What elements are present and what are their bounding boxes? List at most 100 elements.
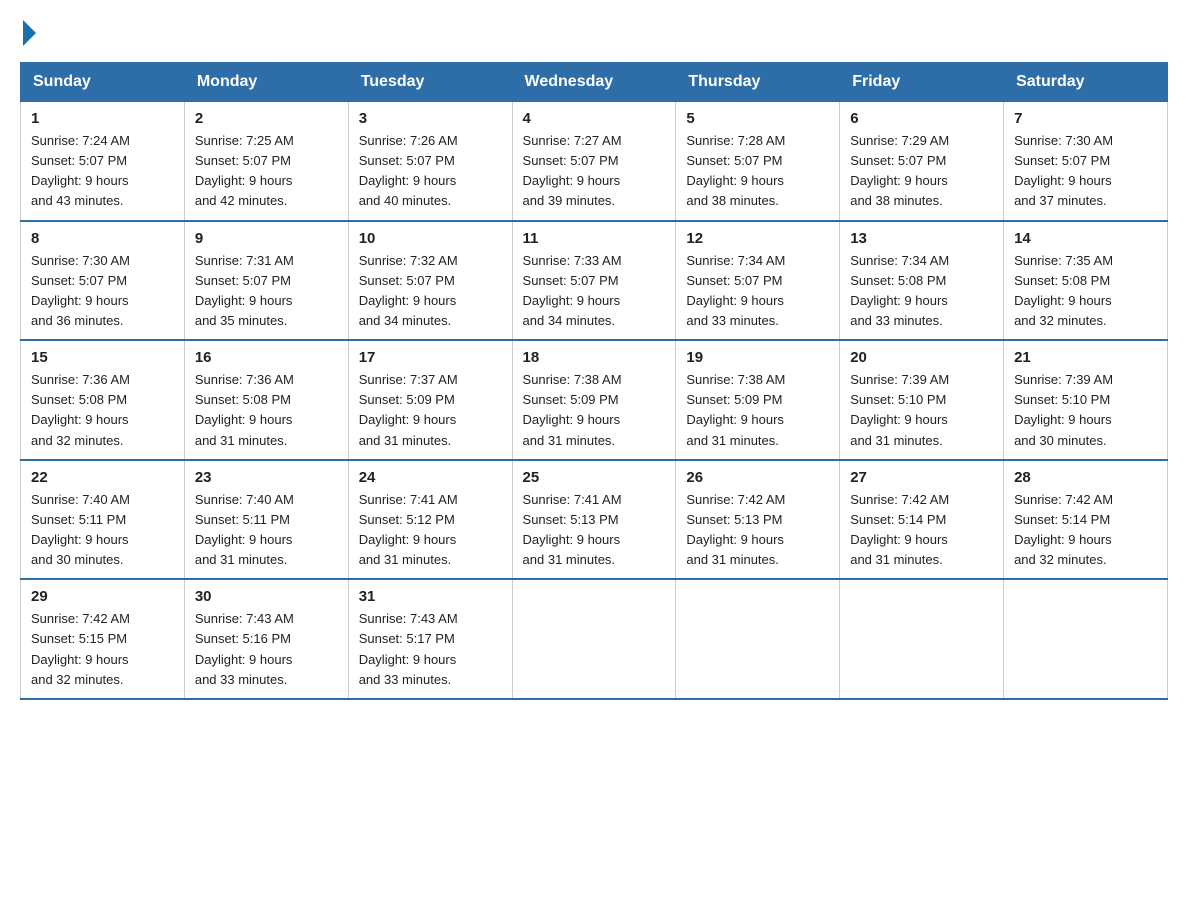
sunrise-label: Sunrise: 7:40 AM [31,492,130,507]
sunrise-label: Sunrise: 7:32 AM [359,253,458,268]
daylight-minutes: and 33 minutes. [850,313,943,328]
sunrise-label: Sunrise: 7:42 AM [1014,492,1113,507]
day-info: Sunrise: 7:34 AMSunset: 5:07 PMDaylight:… [686,251,829,332]
day-number: 27 [850,469,993,486]
sunrise-label: Sunrise: 7:36 AM [195,372,294,387]
sunset-label: Sunset: 5:07 PM [195,273,291,288]
calendar-day-cell: 22 Sunrise: 7:40 AMSunset: 5:11 PMDayligh… [21,460,185,580]
sunrise-label: Sunrise: 7:41 AM [523,492,622,507]
page-header [20,20,1168,46]
calendar-table: SundayMondayTuesdayWednesdayThursdayFrid… [20,62,1168,700]
daylight-minutes: and 31 minutes. [195,552,288,567]
daylight-label: Daylight: 9 hours [359,652,457,667]
day-number: 3 [359,110,502,127]
calendar-header: SundayMondayTuesdayWednesdayThursdayFrid… [21,63,1168,102]
daylight-label: Daylight: 9 hours [523,293,621,308]
sunrise-label: Sunrise: 7:38 AM [523,372,622,387]
sunset-label: Sunset: 5:07 PM [686,273,782,288]
daylight-minutes: and 31 minutes. [523,433,616,448]
day-number: 18 [523,349,666,366]
daylight-label: Daylight: 9 hours [1014,412,1112,427]
sunset-label: Sunset: 5:07 PM [195,153,291,168]
sunset-label: Sunset: 5:07 PM [359,273,455,288]
calendar-day-cell: 9Sunrise: 7:31 AMSunset: 5:07 PMDaylight… [184,221,348,341]
daylight-minutes: and 38 minutes. [686,193,779,208]
sunrise-label: Sunrise: 7:30 AM [31,253,130,268]
calendar-week-row: 29Sunrise: 7:42 AMSunset: 5:15 PMDayligh… [21,579,1168,699]
day-number: 13 [850,230,993,247]
calendar-day-cell [840,579,1004,699]
daylight-label: Daylight: 9 hours [359,173,457,188]
daylight-label: Daylight: 9 hours [31,532,129,547]
calendar-day-cell: 8Sunrise: 7:30 AMSunset: 5:07 PMDaylight… [21,221,185,341]
daylight-minutes: and 31 minutes. [686,552,779,567]
calendar-day-cell: 29Sunrise: 7:42 AMSunset: 5:15 PMDayligh… [21,579,185,699]
day-info: Sunrise: 7:31 AMSunset: 5:07 PMDaylight:… [195,251,338,332]
daylight-minutes: and 39 minutes. [523,193,616,208]
sunset-label: Sunset: 5:08 PM [850,273,946,288]
header-friday: Friday [840,63,1004,102]
day-number: 16 [195,349,338,366]
sunrise-label: Sunrise: 7:34 AM [850,253,949,268]
sunset-label: Sunset: 5:10 PM [1014,392,1110,407]
sunrise-label: Sunrise: 7:35 AM [1014,253,1113,268]
sunset-label: Sunset: 5:07 PM [686,153,782,168]
day-info: Sunrise: 7:41 AMSunset: 5:12 PMDaylight:… [359,490,502,571]
sunrise-label: Sunrise: 7:33 AM [523,253,622,268]
sunrise-label: Sunrise: 7:39 AM [850,372,949,387]
sunset-label: Sunset: 5:08 PM [195,392,291,407]
day-info: Sunrise: 7:43 AMSunset: 5:16 PMDaylight:… [195,609,338,690]
daylight-minutes: and 33 minutes. [686,313,779,328]
calendar-day-cell: 25Sunrise: 7:41 AMSunset: 5:13 PMDayligh… [512,460,676,580]
sunrise-label: Sunrise: 7:42 AM [850,492,949,507]
sunrise-label: Sunrise: 7:43 AM [359,611,458,626]
day-info: Sunrise: 7:32 AMSunset: 5:07 PMDaylight:… [359,251,502,332]
daylight-label: Daylight: 9 hours [31,173,129,188]
sunset-label: Sunset: 5:10 PM [850,392,946,407]
daylight-minutes: and 38 minutes. [850,193,943,208]
day-info: Sunrise: 7:40 AMSunset: 5:11 PMDaylight:… [31,490,174,571]
header-row: SundayMondayTuesdayWednesdayThursdayFrid… [21,63,1168,102]
day-info: Sunrise: 7:41 AMSunset: 5:13 PMDaylight:… [523,490,666,571]
daylight-minutes: and 32 minutes. [1014,552,1107,567]
daylight-minutes: and 37 minutes. [1014,193,1107,208]
day-info: Sunrise: 7:25 AMSunset: 5:07 PMDaylight:… [195,131,338,212]
daylight-minutes: and 31 minutes. [850,433,943,448]
day-info: Sunrise: 7:39 AMSunset: 5:10 PMDaylight:… [1014,370,1157,451]
sunset-label: Sunset: 5:09 PM [523,392,619,407]
day-number: 28 [1014,469,1157,486]
daylight-label: Daylight: 9 hours [686,173,784,188]
daylight-minutes: and 33 minutes. [195,672,288,687]
daylight-label: Daylight: 9 hours [195,173,293,188]
calendar-day-cell: 27Sunrise: 7:42 AMSunset: 5:14 PMDayligh… [840,460,1004,580]
sunrise-label: Sunrise: 7:36 AM [31,372,130,387]
sunset-label: Sunset: 5:07 PM [31,273,127,288]
calendar-day-cell [1004,579,1168,699]
sunrise-label: Sunrise: 7:34 AM [686,253,785,268]
calendar-week-row: 22Sunrise: 7:40 AMSunset: 5:11 PMDayligh… [21,460,1168,580]
day-info: Sunrise: 7:30 AMSunset: 5:07 PMDaylight:… [31,251,174,332]
daylight-label: Daylight: 9 hours [523,412,621,427]
sunset-label: Sunset: 5:11 PM [195,512,290,527]
daylight-label: Daylight: 9 hours [195,652,293,667]
daylight-minutes: and 36 minutes. [31,313,124,328]
header-monday: Monday [184,63,348,102]
calendar-day-cell: 3Sunrise: 7:26 AMSunset: 5:07 PMDaylight… [348,102,512,221]
day-info: Sunrise: 7:38 AM Sunset: 5:09 PM Daylight:… [523,370,666,451]
day-number: 14 [1014,230,1157,247]
calendar-day-cell: 21 Sunrise: 7:39 AMSunset: 5:10 PMDayligh… [1004,340,1168,460]
day-number: 21 [1014,349,1157,366]
daylight-label: Daylight: 9 hours [31,412,129,427]
day-number: 22 [31,469,174,486]
daylight-minutes: and 31 minutes. [359,433,452,448]
sunrise-label: Sunrise: 7:28 AM [686,133,785,148]
day-number: 11 [523,230,666,247]
daylight-minutes: and 32 minutes. [1014,313,1107,328]
sunrise-label: Sunrise: 7:29 AM [850,133,949,148]
daylight-label: Daylight: 9 hours [850,532,948,547]
day-info: Sunrise: 7:34 AMSunset: 5:08 PMDaylight:… [850,251,993,332]
calendar-day-cell: 11Sunrise: 7:33 AMSunset: 5:07 PMDayligh… [512,221,676,341]
daylight-minutes: and 43 minutes. [31,193,124,208]
sunset-label: Sunset: 5:08 PM [1014,273,1110,288]
calendar-day-cell: 15Sunrise: 7:36 AMSunset: 5:08 PMDayligh… [21,340,185,460]
